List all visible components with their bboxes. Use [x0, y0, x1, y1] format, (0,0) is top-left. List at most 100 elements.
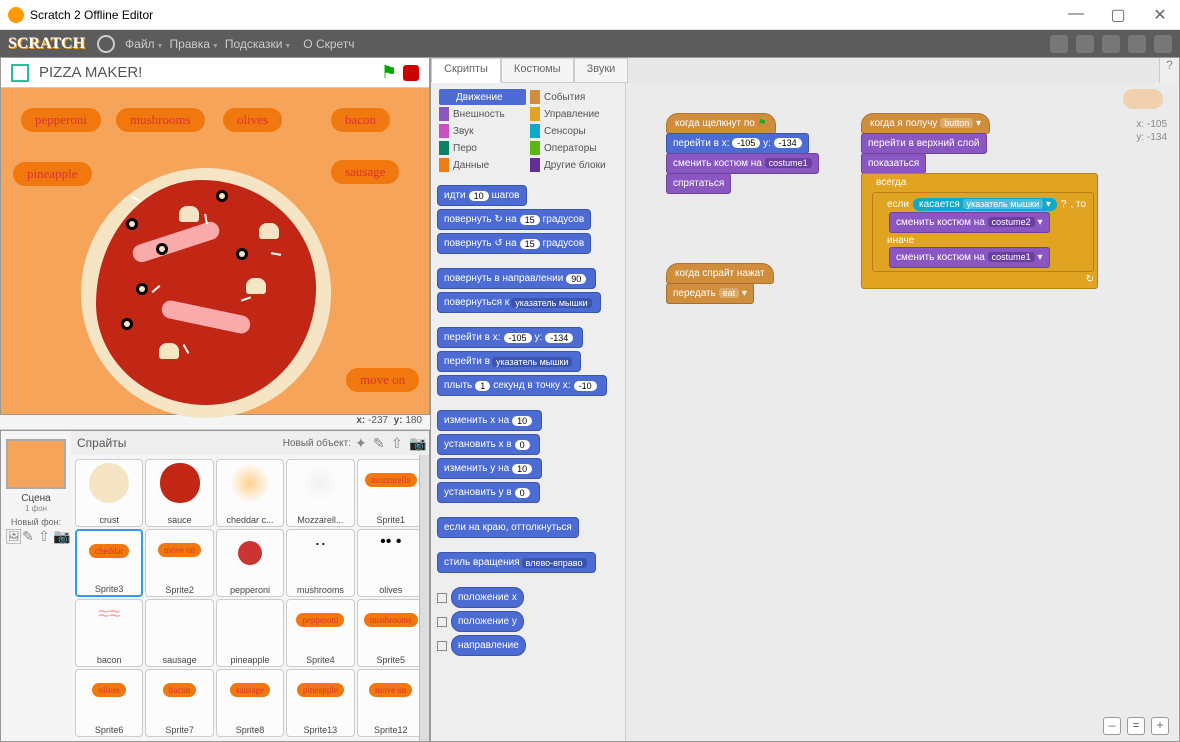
sprite-cell-sprite13[interactable]: pineappleSprite13 — [286, 669, 354, 737]
minimize-button[interactable]: — — [1064, 5, 1088, 25]
script-canvas[interactable]: x: -105 y: -134 когда щелкнут по ⚑ перей… — [626, 83, 1179, 741]
topping-olive — [236, 248, 248, 260]
stage-canvas[interactable]: pepperoni mushrooms olives bacon pineapp… — [1, 88, 429, 414]
zoom-out-button[interactable]: – — [1103, 717, 1121, 735]
sprite-library-icon[interactable]: ✦ — [355, 436, 369, 450]
script-when-sprite-clicked[interactable]: когда спрайт нажат передать eat ▾ — [666, 263, 774, 304]
help-tool-icon[interactable] — [1154, 35, 1172, 53]
block-move-steps[interactable]: идти10шагов — [437, 185, 527, 206]
block-goto-xy[interactable]: перейти в x:-105y:-134 — [437, 327, 583, 348]
script-when-flag[interactable]: когда щелкнут по ⚑ перейти в x: -105 y: … — [666, 113, 819, 194]
block-change-y[interactable]: изменить y на10 — [437, 458, 542, 479]
maximize-button[interactable]: ▢ — [1106, 5, 1130, 25]
menu-hints[interactable]: Подсказки — [225, 37, 291, 51]
sprite-cell-cheddar[interactable]: cheddar c... — [216, 459, 284, 527]
block-turn-left[interactable]: повернуть ↺ на15градусов — [437, 233, 591, 254]
sprite-cell-sprite8[interactable]: sausageSprite8 — [216, 669, 284, 737]
sprite-cell-mozzarella[interactable]: Mozzarell... — [286, 459, 354, 527]
block-edge-bounce[interactable]: если на краю, оттолкнуться — [437, 517, 579, 538]
cat-motion[interactable]: Движение — [439, 89, 526, 105]
cat-operators[interactable]: Операторы — [530, 140, 617, 156]
cat-looks[interactable]: Внешность — [439, 106, 526, 122]
stage-btn-olives[interactable]: olives — [223, 108, 282, 132]
language-icon[interactable] — [97, 35, 115, 53]
sprite-cell-sprite2[interactable]: move onSprite2 — [145, 529, 213, 597]
zoom-reset-button[interactable]: = — [1127, 717, 1145, 735]
sprite-cell-sauce[interactable]: sauce — [145, 459, 213, 527]
block-go-to-front: перейти в верхний слой — [861, 133, 987, 154]
stop-icon[interactable] — [403, 65, 419, 81]
sprite-cell-sprite3[interactable]: cheddarSprite3 — [75, 529, 143, 597]
stage-btn-pineapple[interactable]: pineapple — [13, 162, 92, 186]
zoom-in-button[interactable]: + — [1151, 717, 1169, 735]
sprite-cell-bacon[interactable]: ≈≈bacon — [75, 599, 143, 667]
close-button[interactable]: ✕ — [1148, 5, 1172, 25]
block-set-x[interactable]: установить x в0 — [437, 434, 540, 455]
sprite-cell-sprite5[interactable]: mushroomsSprite5 — [357, 599, 425, 667]
reporter-y-position[interactable]: положение y — [437, 611, 619, 632]
block-turn-right[interactable]: повернуть ↻ на15градусов — [437, 209, 591, 230]
stage-btn-sausage[interactable]: sausage — [331, 160, 399, 184]
reporter-x-position[interactable]: положение x — [437, 587, 619, 608]
block-point-direction[interactable]: повернуть в направлении90 — [437, 268, 596, 289]
sprite-cell-sprite1[interactable]: mozzarellaSprite1 — [357, 459, 425, 527]
stamp-tool-icon[interactable] — [1050, 35, 1068, 53]
tab-sounds[interactable]: Звуки — [574, 58, 629, 83]
sprite-camera-icon[interactable]: 📷 — [409, 436, 423, 450]
cat-sensing[interactable]: Сенсоры — [530, 123, 617, 139]
grow-tool-icon[interactable] — [1102, 35, 1120, 53]
block-point-towards[interactable]: повернуться куказатель мышки — [437, 292, 601, 313]
sprite-cell-olives[interactable]: •• •olives — [357, 529, 425, 597]
cat-sound[interactable]: Звук — [439, 123, 526, 139]
sprite-cell-sprite6[interactable]: olivesSprite6 — [75, 669, 143, 737]
block-rotation-style[interactable]: стиль вращениявлево-вправо — [437, 552, 596, 573]
scene-thumbnail[interactable] — [6, 439, 66, 489]
sprites-scrollbar[interactable] — [419, 455, 429, 741]
cat-pen[interactable]: Перо — [439, 140, 526, 156]
cat-more[interactable]: Другие блоки — [530, 157, 617, 173]
cut-tool-icon[interactable] — [1076, 35, 1094, 53]
sprite-cell-pepperoni[interactable]: pepperoni — [216, 529, 284, 597]
tabs-row: Скрипты Костюмы Звуки ? — [431, 58, 1179, 83]
sprite-cell-crust[interactable]: crust — [75, 459, 143, 527]
bg-paint-icon[interactable]: ✎ — [21, 529, 35, 543]
tab-costumes[interactable]: Костюмы — [501, 58, 574, 83]
bg-upload-icon[interactable]: ⇧ — [37, 529, 51, 543]
cat-data[interactable]: Данные — [439, 157, 526, 173]
block-goto[interactable]: перейти вуказатель мышки — [437, 351, 581, 372]
fullscreen-icon[interactable] — [11, 64, 29, 82]
scene-column: Сцена 1 фон Новый фон: 🖼 ✎ ⇧ 📷 — [1, 431, 71, 741]
help-panel-icon[interactable]: ? — [1159, 58, 1179, 83]
stage-btn-mushrooms[interactable]: mushrooms — [116, 108, 205, 132]
shrink-tool-icon[interactable] — [1128, 35, 1146, 53]
sprite-cell-sausage[interactable]: sausage — [145, 599, 213, 667]
sprite-cell-pineapple[interactable]: pineapple — [216, 599, 284, 667]
menu-about[interactable]: О Скретч — [303, 37, 354, 51]
block-change-x[interactable]: изменить x на10 — [437, 410, 542, 431]
bg-library-icon[interactable]: 🖼 — [5, 529, 19, 543]
menu-file[interactable]: Файл — [125, 37, 163, 51]
topping-mushroom — [246, 278, 266, 294]
block-when-sprite-clicked: когда спрайт нажат — [666, 263, 774, 284]
tab-scripts[interactable]: Скрипты — [431, 58, 501, 83]
topping-mushroom — [179, 206, 199, 222]
sprite-cell-sprite12[interactable]: move onSprite12 — [357, 669, 425, 737]
block-set-y[interactable]: установить y в0 — [437, 482, 540, 503]
green-flag-icon[interactable]: ⚑ — [381, 62, 397, 83]
reporter-direction[interactable]: направление — [437, 635, 619, 656]
stage-btn-bacon[interactable]: bacon — [331, 108, 390, 132]
sprite-cell-mushrooms[interactable]: ··mushrooms — [286, 529, 354, 597]
bg-camera-icon[interactable]: 📷 — [53, 529, 67, 543]
menu-edit[interactable]: Правка — [169, 37, 218, 51]
cat-events[interactable]: События — [530, 89, 617, 105]
window-title: Scratch 2 Offline Editor — [30, 8, 1064, 22]
stage-btn-pepperoni[interactable]: pepperoni — [21, 108, 101, 132]
stage-btn-moveon[interactable]: move on — [346, 368, 419, 392]
cat-control[interactable]: Управление — [530, 106, 617, 122]
script-when-receive[interactable]: когда я получу button ▾ перейти в верхни… — [861, 113, 1098, 289]
sprite-upload-icon[interactable]: ⇧ — [391, 436, 405, 450]
sprite-cell-sprite4[interactable]: pepperoniSprite4 — [286, 599, 354, 667]
block-glide[interactable]: плыть1секунд в точку x:-10 — [437, 375, 607, 396]
sprite-paint-icon[interactable]: ✎ — [373, 436, 387, 450]
sprite-cell-sprite7[interactable]: baconSprite7 — [145, 669, 213, 737]
